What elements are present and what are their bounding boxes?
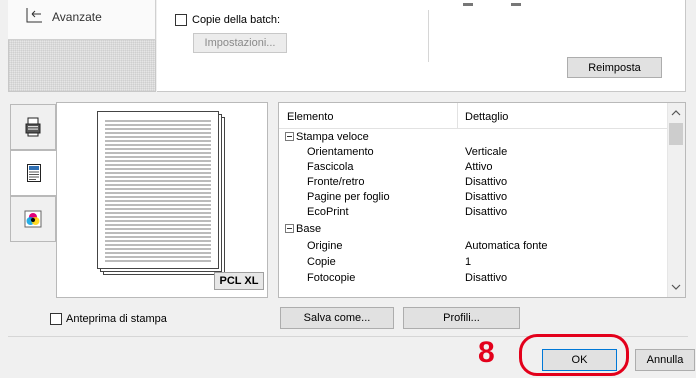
list-item[interactable]: Copie 1 [279,255,667,270]
group-label: Base [296,223,322,235]
group-row[interactable]: Base [279,222,667,237]
scrollbar-thumb[interactable] [669,123,683,145]
header-detail[interactable]: Dettaglio [465,111,508,123]
item-value: 1 [465,256,472,268]
item-label: Fronte/retro [307,176,365,188]
print-preview-option[interactable]: Anteprima di stampa [50,313,167,325]
header-item[interactable]: Elemento [287,111,333,123]
partial-control-right [511,3,521,6]
item-value: Automatica fonte [465,240,548,252]
collapse-icon[interactable] [285,224,294,233]
document-icon [27,164,41,182]
settings-list: Elemento Dettaglio Stampa veloce Orienta… [278,102,686,298]
tab-document[interactable] [10,150,57,196]
batch-copies-checkbox[interactable] [175,14,187,26]
item-value: Disattivo [465,176,508,188]
list-item[interactable]: Origine Automatica fonte [279,239,667,254]
print-preview-checkbox[interactable] [50,313,62,325]
back-label: Avanzate [52,10,102,24]
pdl-badge: PCL XL [214,272,264,290]
save-as-button[interactable]: Salva come... [280,307,394,329]
item-value: Disattivo [465,272,508,284]
vertical-divider [428,10,429,62]
list-item[interactable]: Pagine per foglio Disattivo [279,190,667,205]
item-label: Fascicola [307,161,354,173]
print-preview-label: Anteprima di stampa [66,313,167,325]
back-arrow-icon [26,8,42,23]
list-item[interactable]: Orientamento Verticale [279,145,667,160]
item-value: Verticale [465,146,508,158]
group-row[interactable]: Stampa veloce [279,130,667,145]
item-value: Disattivo [465,191,508,203]
item-label: Copie [307,256,336,268]
batch-copies-row[interactable]: Copie della batch: [175,14,280,26]
scroll-down-icon[interactable] [671,283,681,291]
item-label: Pagine per foglio [307,191,390,203]
batch-settings-button[interactable]: Impostazioni... [193,33,287,53]
back-to-advanced-button[interactable]: Avanzate [8,0,156,40]
list-item[interactable]: Fronte/retro Disattivo [279,175,667,190]
cancel-button[interactable]: Annulla [635,349,695,371]
list-item[interactable]: Fotocopie Disattivo [279,271,667,286]
partial-control-left [463,3,473,6]
collapse-icon[interactable] [285,132,294,141]
color-icon [24,210,42,228]
item-value: Disattivo [465,206,508,218]
scroll-up-icon[interactable] [671,109,681,117]
tab-color[interactable] [10,196,56,242]
page-stack-preview [97,111,225,275]
printer-icon [25,117,41,137]
step-number-annotation: 8 [478,336,495,369]
list-item[interactable]: Fascicola Attivo [279,160,667,175]
item-label: Origine [307,240,343,252]
batch-settings-area: Copie della batch: Impostazioni... Reimp… [157,0,686,92]
item-value: Attivo [465,161,493,173]
item-label: Orientamento [307,146,374,158]
batch-copies-label: Copie della batch: [192,14,281,26]
list-item[interactable]: EcoPrint Disattivo [279,205,667,220]
item-label: Fotocopie [307,272,356,284]
item-label: EcoPrint [307,206,349,218]
ok-highlight-annotation [519,334,629,376]
profiles-button[interactable]: Profili... [403,307,520,329]
tab-printer[interactable] [10,104,56,150]
group-label: Stampa veloce [296,131,369,143]
list-header: Elemento Dettaglio [279,103,667,129]
print-preview-panel [56,102,268,298]
header-divider [457,103,458,129]
reset-button[interactable]: Reimposta [567,57,662,78]
